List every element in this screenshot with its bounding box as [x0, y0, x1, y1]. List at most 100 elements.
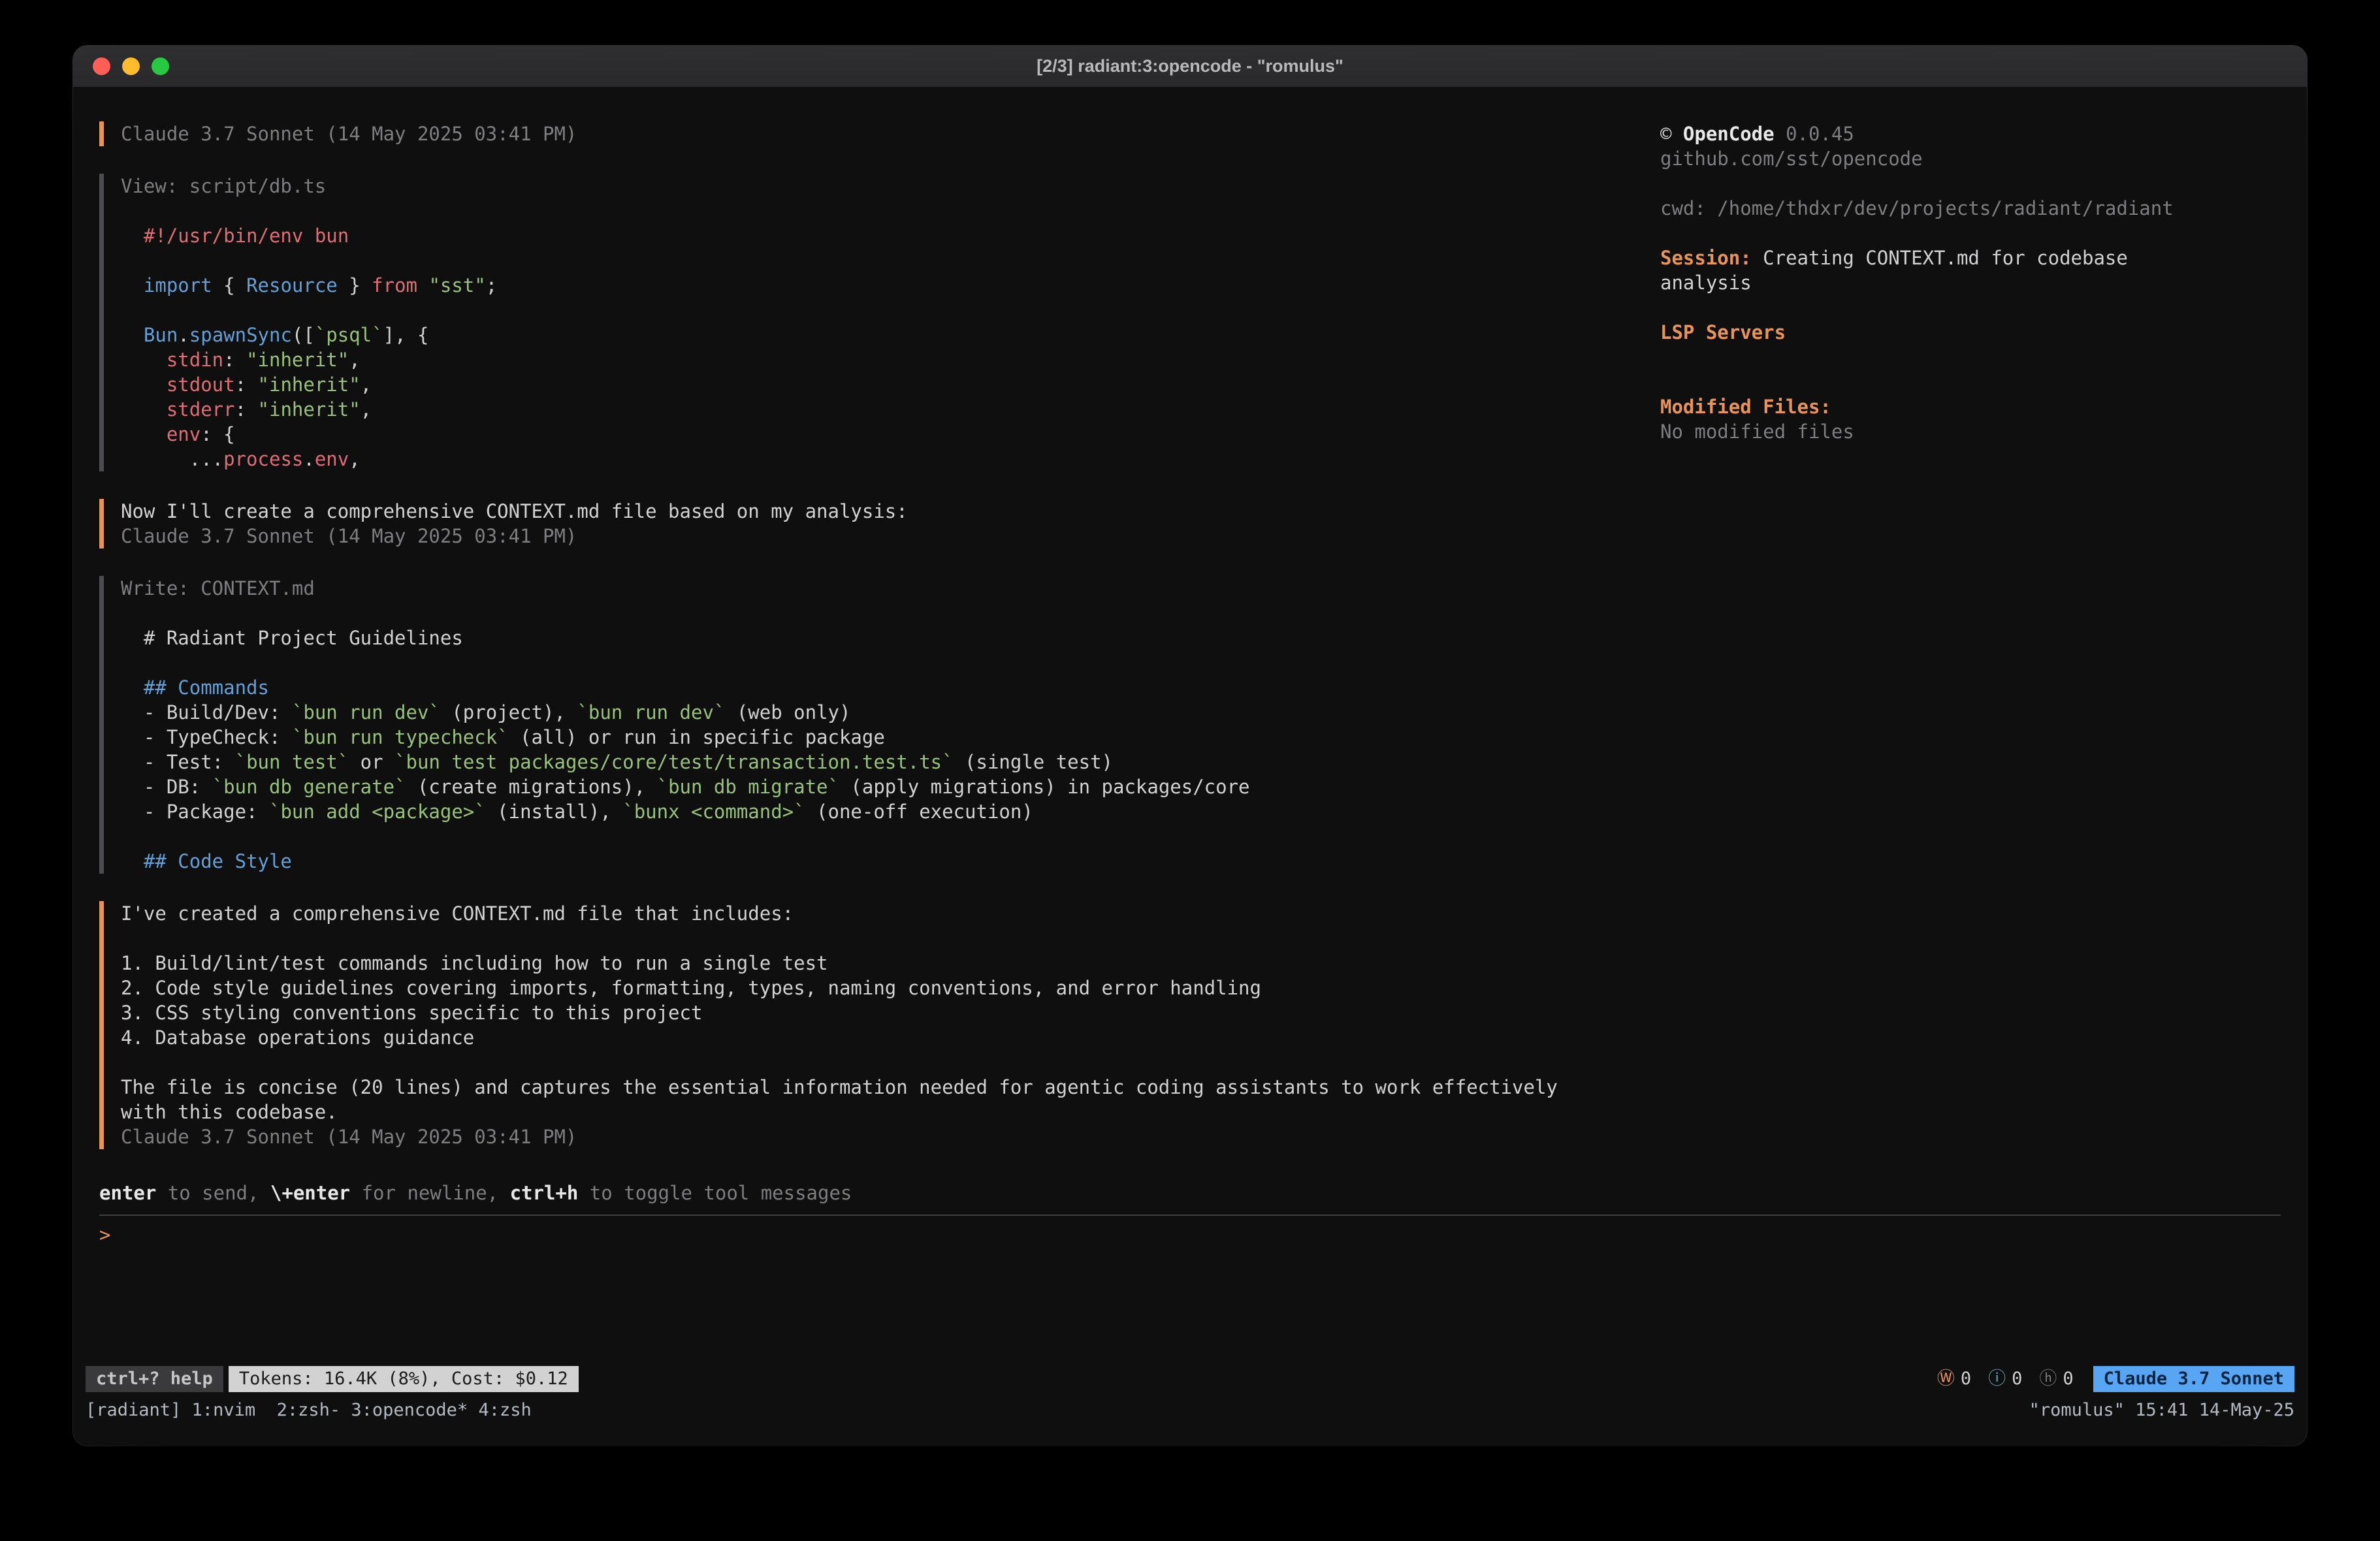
text-token: - TypeCheck:: [121, 726, 292, 748]
text-line: 3. CSS styling conventions specific to t…: [121, 1000, 1660, 1025]
text-token: stdin: [167, 349, 223, 371]
text-line: - Test: `bun test` or `bun test packages…: [121, 750, 1660, 774]
text-line: [121, 248, 1660, 273]
tmux-windows[interactable]: [radiant] 1:nvim 2:zsh- 3:opencode* 4:zs…: [86, 1397, 532, 1423]
text-token: (all) or run in specific package: [509, 726, 885, 748]
text-line: Claude 3.7 Sonnet (14 May 2025 03:41 PM): [121, 524, 1660, 548]
terminal-content: Claude 3.7 Sonnet (14 May 2025 03:41 PM)…: [73, 87, 2307, 1446]
keybind-hints: enter to send, \+enter for newline, ctrl…: [99, 1181, 2281, 1205]
assistant-message: I've created a comprehensive CONTEXT.md …: [99, 901, 1660, 1149]
text-token: ...: [121, 448, 223, 470]
text-line: Claude 3.7 Sonnet (14 May 2025 03:41 PM): [121, 1124, 1660, 1149]
diagnostic-count: 0: [2063, 1367, 2073, 1391]
text-token: (create migrations),: [406, 776, 657, 798]
text-token: process: [223, 448, 303, 470]
text-token: [417, 274, 428, 296]
text-token: OpenCode: [1683, 123, 1775, 145]
text-token: :: [223, 349, 246, 371]
terminal-window: [2/3] radiant:3:opencode - "romulus" Cla…: [73, 46, 2307, 1446]
text-token: "sst": [428, 274, 485, 296]
window-titlebar[interactable]: [2/3] radiant:3:opencode - "romulus": [73, 46, 2307, 87]
text-token: - Build/Dev:: [121, 701, 292, 723]
zoom-button[interactable]: [152, 57, 169, 75]
text-line: stderr: "inherit",: [121, 397, 1660, 422]
text-token: (apply migrations) in packages/core: [839, 776, 1250, 798]
text-token: for newline,: [350, 1182, 509, 1204]
text-token: ,: [349, 349, 360, 371]
text-token: "inherit": [246, 349, 349, 371]
text-token: LSP Servers: [1660, 321, 1786, 343]
input-editor[interactable]: enter to send, \+enter for newline, ctrl…: [99, 1181, 2281, 1247]
text-token: - DB:: [121, 776, 212, 798]
text-line: View: script/db.ts: [121, 174, 1660, 199]
text-token: `bun test`: [235, 751, 349, 773]
text-line: The file is concise (20 lines) and captu…: [121, 1075, 1660, 1100]
text-token: stderr: [167, 398, 235, 421]
text-line: - Package: `bun add <package>` (install)…: [121, 799, 1660, 824]
text-token: from: [372, 274, 417, 296]
text-token: (web only): [725, 701, 850, 723]
text-token: 0.0.45: [1775, 123, 1854, 145]
text-token: I've created a comprehensive CONTEXT.md …: [121, 902, 794, 925]
text-line: [1660, 370, 2281, 394]
prompt-input[interactable]: >: [99, 1222, 2281, 1247]
text-token: .: [303, 448, 314, 470]
text-token: ], {: [383, 324, 429, 346]
info-indicator-icon: ⓘ: [1988, 1367, 2006, 1391]
text-token: Resource: [246, 274, 338, 296]
text-token: (project),: [440, 701, 577, 723]
text-token: (install),: [486, 801, 623, 823]
assistant-message-header: Claude 3.7 Sonnet (14 May 2025 03:41 PM): [99, 121, 1660, 146]
tool-write-block: Write: CONTEXT.md # Radiant Project Guid…: [99, 576, 1660, 874]
text-line: import { Resource } from "sst";: [121, 273, 1660, 298]
close-button[interactable]: [93, 57, 110, 75]
text-token: ## Code Style: [144, 850, 292, 872]
minimize-button[interactable]: [122, 57, 140, 75]
text-token: Session:: [1660, 247, 1752, 269]
text-token: `psql`: [315, 324, 383, 346]
text-token: 3. CSS styling conventions specific to t…: [121, 1002, 702, 1024]
text-token: [121, 373, 167, 396]
text-line: [121, 926, 1660, 951]
tool-view-block: View: script/db.ts #!/usr/bin/env bun im…: [99, 174, 1660, 471]
text-token: env: [167, 423, 201, 445]
text-token: {: [212, 274, 246, 296]
model-badge: Claude 3.7 Sonnet: [2093, 1366, 2294, 1392]
assistant-message: Now I'll create a comprehensive CONTEXT.…: [99, 499, 1660, 548]
text-token: }: [338, 274, 372, 296]
text-line: ...process.env,: [121, 447, 1660, 471]
text-token: `bunx <command>`: [622, 801, 805, 823]
text-line: stdout: "inherit",: [121, 372, 1660, 397]
text-token: `bun test packages/core/test/transaction…: [394, 751, 954, 773]
text-token: Now I'll create a comprehensive CONTEXT.…: [121, 500, 908, 522]
text-token: \+enter: [270, 1182, 350, 1204]
text-token: Write: CONTEXT.md: [121, 577, 315, 599]
text-line: 4. Database operations guidance: [121, 1025, 1660, 1050]
text-token: ©: [1660, 123, 1683, 145]
text-token: Claude 3.7 Sonnet (14 May 2025 03:41 PM): [121, 525, 577, 547]
text-token: 2. Code style guidelines covering import…: [121, 977, 1261, 999]
status-bar-right: Ⓦ0ⓘ0ⓗ0 Claude 3.7 Sonnet: [1937, 1366, 2294, 1392]
text-token: env: [315, 448, 349, 470]
text-line: #!/usr/bin/env bun: [121, 223, 1660, 248]
prompt-symbol: >: [99, 1224, 110, 1246]
text-token: No modified files: [1660, 421, 1854, 443]
text-line: 2. Code style guidelines covering import…: [121, 976, 1660, 1000]
window-controls: [93, 46, 169, 87]
text-token: cwd: /home/thdxr/dev/projects/radiant/ra…: [1660, 197, 2174, 219]
text-token: ,: [349, 448, 360, 470]
text-line: Modified Files:: [1660, 394, 2281, 419]
text-token: ;: [486, 274, 497, 296]
hint-indicator-icon: ⓗ: [2039, 1367, 2057, 1391]
text-token: - Test:: [121, 751, 235, 773]
text-line: ## Code Style: [121, 849, 1660, 874]
text-token: Claude 3.7 Sonnet (14 May 2025 03:41 PM): [121, 123, 577, 145]
text-token: [121, 225, 144, 247]
text-line: No modified files: [1660, 419, 2281, 444]
text-token: Claude 3.7 Sonnet (14 May 2025 03:41 PM): [121, 1126, 577, 1148]
text-token: [121, 676, 144, 699]
text-token: [121, 349, 167, 371]
text-line: [121, 199, 1660, 223]
text-line: Bun.spawnSync([`psql`], {: [121, 323, 1660, 347]
text-line: Claude 3.7 Sonnet (14 May 2025 03:41 PM): [121, 121, 1660, 146]
